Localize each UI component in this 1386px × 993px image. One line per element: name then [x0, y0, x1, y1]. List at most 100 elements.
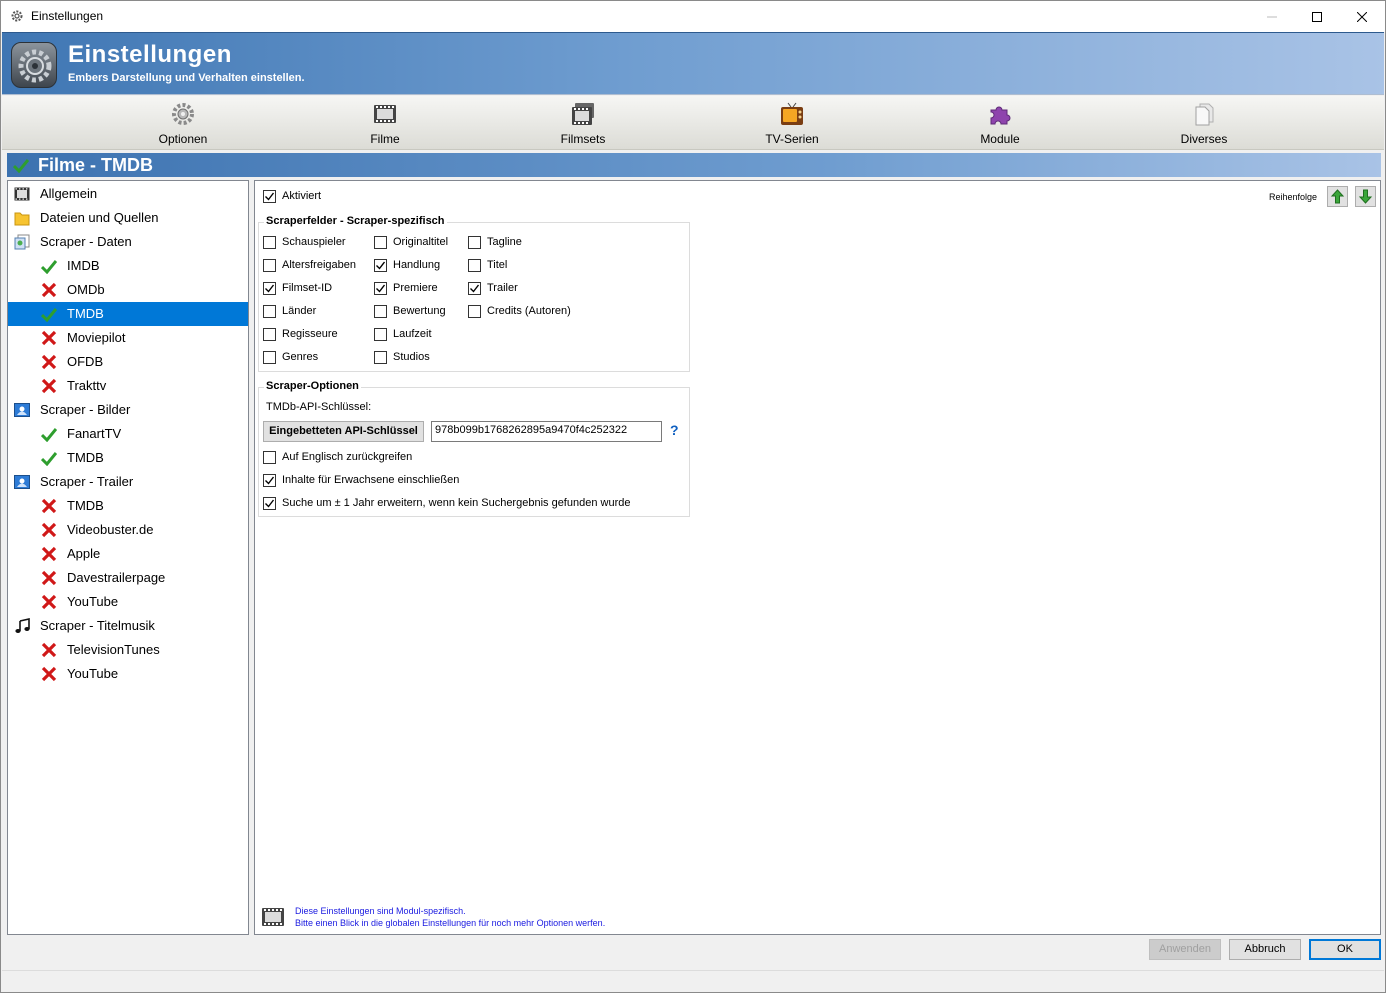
embedded-api-key-button[interactable]: Eingebetteten API-Schlüssel [263, 421, 424, 442]
tree-item[interactable]: OFDB [8, 350, 248, 374]
cross-icon [41, 498, 57, 514]
field-label: Trailer [487, 282, 518, 294]
tree-item-label: Dateien und Quellen [40, 210, 159, 225]
tree-item[interactable]: Apple [8, 542, 248, 566]
tree-item-label: Scraper - Bilder [40, 402, 131, 417]
field-checkbox[interactable] [374, 236, 387, 249]
folder-icon [14, 210, 30, 226]
apply-button[interactable]: Anwenden [1149, 939, 1221, 960]
field-checkbox[interactable] [263, 328, 276, 341]
settings-logo-icon [11, 42, 57, 88]
check-icon [40, 258, 58, 275]
tree-item-label: Davestrailerpage [67, 570, 166, 585]
image-icon [14, 402, 30, 418]
status-bar [2, 970, 1384, 992]
image-icon [14, 474, 30, 490]
check-icon [12, 157, 30, 174]
api-key-input[interactable]: 978b099b1768262895a9470f4c252322 [431, 421, 662, 442]
option-checkbox[interactable] [263, 497, 276, 510]
move-up-button[interactable] [1327, 186, 1348, 207]
tree-item-label: YouTube [67, 594, 119, 609]
tree-item[interactable]: TMDB [8, 494, 248, 518]
tree-item-label: Trakttv [67, 378, 107, 393]
tree-item-label: Scraper - Titelmusik [40, 618, 155, 633]
tree-item[interactable]: Moviepilot [8, 326, 248, 350]
minimize-button[interactable] [1249, 1, 1295, 32]
cross-icon [41, 282, 57, 298]
tree-item[interactable]: Dateien und Quellen [8, 206, 248, 230]
field-checkbox[interactable] [468, 236, 481, 249]
film-icon [261, 905, 285, 929]
help-icon[interactable]: ? [670, 422, 679, 438]
cross-icon [41, 594, 57, 610]
cross-icon [41, 546, 57, 562]
tree-item-label: IMDB [67, 258, 100, 273]
tab-optionen[interactable]: Optionen [138, 96, 228, 150]
field-checkbox[interactable] [263, 305, 276, 318]
tab-label: TV-Serien [765, 132, 819, 146]
tree-item[interactable]: YouTube [8, 590, 248, 614]
field-label: Originaltitel [393, 236, 449, 248]
cancel-button[interactable]: Abbruch [1229, 939, 1301, 960]
tree-item[interactable]: Scraper - Titelmusik [8, 614, 248, 638]
field-checkbox[interactable] [374, 305, 387, 318]
option-checkbox[interactable] [263, 451, 276, 464]
info-text: Diese Einstellungen sind Modul-spezifisc… [295, 905, 605, 929]
activated-checkbox[interactable] [263, 190, 276, 203]
field-checkbox[interactable] [263, 236, 276, 249]
tab-module[interactable]: Module [955, 96, 1045, 150]
tab-tv-serien[interactable]: TV-Serien [747, 96, 837, 150]
tree-item[interactable]: Scraper - Trailer [8, 470, 248, 494]
field-checkbox[interactable] [374, 259, 387, 272]
field-checkbox[interactable] [468, 259, 481, 272]
tree-item[interactable]: YouTube [8, 662, 248, 686]
option-label: Suche um ± 1 Jahr erweitern, wenn kein S… [282, 497, 631, 509]
tree-item[interactable]: FanartTV [8, 422, 248, 446]
activated-label: Aktiviert [282, 190, 322, 202]
ok-button[interactable]: OK [1309, 939, 1381, 960]
close-icon [1357, 11, 1367, 22]
tree-item[interactable]: Davestrailerpage [8, 566, 248, 590]
field-checkbox[interactable] [374, 282, 387, 295]
title-bar: Einstellungen [1, 1, 1385, 32]
maximize-icon [1312, 11, 1322, 22]
music-icon [14, 618, 30, 634]
tab-filme[interactable]: Filme [340, 96, 430, 150]
tree-item[interactable]: Trakttv [8, 374, 248, 398]
cross-icon [41, 666, 57, 682]
field-checkbox[interactable] [263, 282, 276, 295]
maximize-button[interactable] [1294, 1, 1340, 32]
field-label: Laufzeit [393, 328, 432, 340]
field-checkbox[interactable] [263, 259, 276, 272]
tree-item[interactable]: IMDB [8, 254, 248, 278]
option-label: Inhalte für Erwachsene einschließen [282, 474, 460, 486]
field-checkbox[interactable] [374, 351, 387, 364]
tree-item[interactable]: TMDB [8, 302, 248, 326]
tree-item[interactable]: Scraper - Daten [8, 230, 248, 254]
close-button[interactable] [1339, 1, 1385, 32]
tree-item-label: OFDB [67, 354, 104, 369]
tree-item[interactable]: Videobuster.de [8, 518, 248, 542]
arrow-up-icon [1330, 189, 1345, 204]
tree-item[interactable]: Scraper - Bilder [8, 398, 248, 422]
move-down-button[interactable] [1355, 186, 1376, 207]
field-checkbox[interactable] [468, 282, 481, 295]
tree-item-label: TelevisionTunes [67, 642, 160, 657]
option-checkbox[interactable] [263, 474, 276, 487]
field-checkbox[interactable] [263, 351, 276, 364]
tree-item[interactable]: Allgemein [8, 182, 248, 206]
scraper-options-title: Scraper-Optionen [264, 380, 361, 392]
tree-item[interactable]: TMDB [8, 446, 248, 470]
tab-diverses[interactable]: Diverses [1159, 96, 1249, 150]
tree-item-label: Scraper - Trailer [40, 474, 134, 489]
cross-icon [41, 642, 57, 658]
tree-item[interactable]: TelevisionTunes [8, 638, 248, 662]
film-icon [373, 102, 397, 126]
tab-filmsets[interactable]: Filmsets [538, 96, 628, 150]
tree-item[interactable]: OMDb [8, 278, 248, 302]
field-checkbox[interactable] [468, 305, 481, 318]
field-checkbox[interactable] [374, 328, 387, 341]
tab-label: Filmsets [560, 132, 606, 146]
tree-item-label: Allgemein [40, 186, 98, 201]
field-label: Premiere [393, 282, 438, 294]
